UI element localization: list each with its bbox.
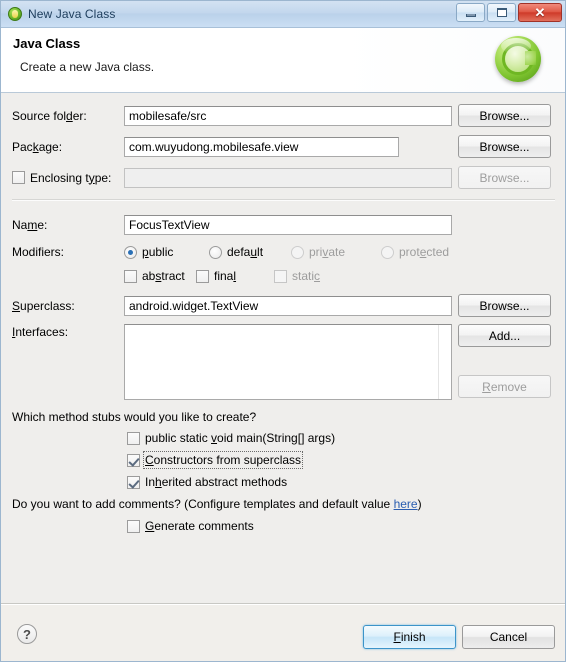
separator-1 <box>12 199 555 201</box>
stub-check-main-method[interactable]: public static void main(String[] args) <box>127 431 335 445</box>
source-folder-row: Source folder: mobilesafe/src Browse... <box>12 104 555 127</box>
modifier-radio-public[interactable]: public <box>124 245 209 259</box>
name-row: Name: FocusTextView <box>12 215 555 235</box>
interfaces-list[interactable] <box>124 324 452 400</box>
banner-subtitle: Create a new Java class. <box>20 60 155 74</box>
interfaces-remove-button: Remove <box>458 375 551 398</box>
minimize-button[interactable] <box>456 3 485 22</box>
modifier-radio-default[interactable]: default <box>209 245 291 259</box>
modifier-radio-private: private <box>291 245 381 259</box>
wizard-banner: Java Class Create a new Java class. <box>1 28 565 93</box>
source-folder-input[interactable]: mobilesafe/src <box>124 105 452 126</box>
modifiers-checks-row: abstract final static <box>12 269 555 283</box>
java-class-icon <box>7 6 23 22</box>
window-title: New Java Class <box>28 7 116 21</box>
name-input[interactable]: FocusTextView <box>124 215 452 235</box>
package-row: Package: com.wuyudong.mobilesafe.view Br… <box>12 135 555 158</box>
superclass-label: Superclass: <box>12 298 75 313</box>
stub-check-inherited-abstract-methods[interactable]: Inherited abstract methods <box>127 475 287 489</box>
modifiers-row: Modifiers: public default private protec… <box>12 245 555 259</box>
superclass-input[interactable]: android.widget.TextView <box>124 295 452 316</box>
modifiers-label: Modifiers: <box>12 245 65 259</box>
modifier-check-static: static <box>274 269 320 283</box>
modifier-radio-protected: protected <box>381 245 449 259</box>
configure-templates-link[interactable]: here <box>394 497 418 511</box>
help-icon[interactable]: ? <box>17 624 37 644</box>
interfaces-add-button[interactable]: Add... <box>458 324 551 347</box>
finish-button[interactable]: Finish <box>363 625 456 649</box>
package-browse-button[interactable]: Browse... <box>458 135 551 158</box>
name-label: Name: <box>12 218 48 232</box>
source-folder-browse-button[interactable]: Browse... <box>458 104 551 127</box>
enclosing-type-label: Enclosing type: <box>12 171 124 185</box>
new-class-wizard-icon <box>492 33 544 85</box>
stub-check-constructors-from-superclass[interactable]: Constructors from superclass <box>127 451 304 469</box>
enclosing-type-row: Enclosing type: Browse... <box>12 166 555 189</box>
modifier-check-abstract[interactable]: abstract <box>124 269 196 283</box>
window-controls: ✕ <box>456 3 562 22</box>
minimize-icon <box>465 13 476 17</box>
enclosing-type-checkbox[interactable] <box>12 171 25 184</box>
interfaces-list-scroll-divider <box>438 325 439 399</box>
source-folder-label: Source folder: <box>12 108 87 123</box>
package-input[interactable]: com.wuyudong.mobilesafe.view <box>124 136 399 157</box>
interfaces-row: Interfaces: Add... Remove <box>12 324 555 400</box>
modifier-check-final[interactable]: final <box>196 269 274 283</box>
dialog-body: Source folder: mobilesafe/src Browse... … <box>1 93 565 603</box>
enclosing-type-browse-button: Browse... <box>458 166 551 189</box>
enclosing-type-input[interactable] <box>124 167 452 188</box>
dialog-footer: ? Finish Cancel <box>1 603 565 661</box>
comments-question: Do you want to add comments? (Configure … <box>12 497 422 511</box>
interfaces-label: Interfaces: <box>12 325 69 339</box>
cancel-button[interactable]: Cancel <box>462 625 555 649</box>
maximize-icon <box>496 8 507 17</box>
method-stubs-question: Which method stubs would you like to cre… <box>12 410 257 424</box>
title-bar: New Java Class ✕ <box>1 1 565 28</box>
close-button[interactable]: ✕ <box>518 3 562 22</box>
superclass-browse-button[interactable]: Browse... <box>458 294 551 317</box>
package-label: Package: <box>12 139 63 154</box>
new-java-class-dialog: New Java Class ✕ Java Class Create a new… <box>0 0 566 662</box>
maximize-button[interactable] <box>487 3 516 22</box>
banner-title: Java Class <box>13 36 81 51</box>
superclass-row: Superclass: android.widget.TextView Brow… <box>12 294 555 317</box>
generate-comments-checkbox[interactable]: Generate comments <box>127 519 254 533</box>
